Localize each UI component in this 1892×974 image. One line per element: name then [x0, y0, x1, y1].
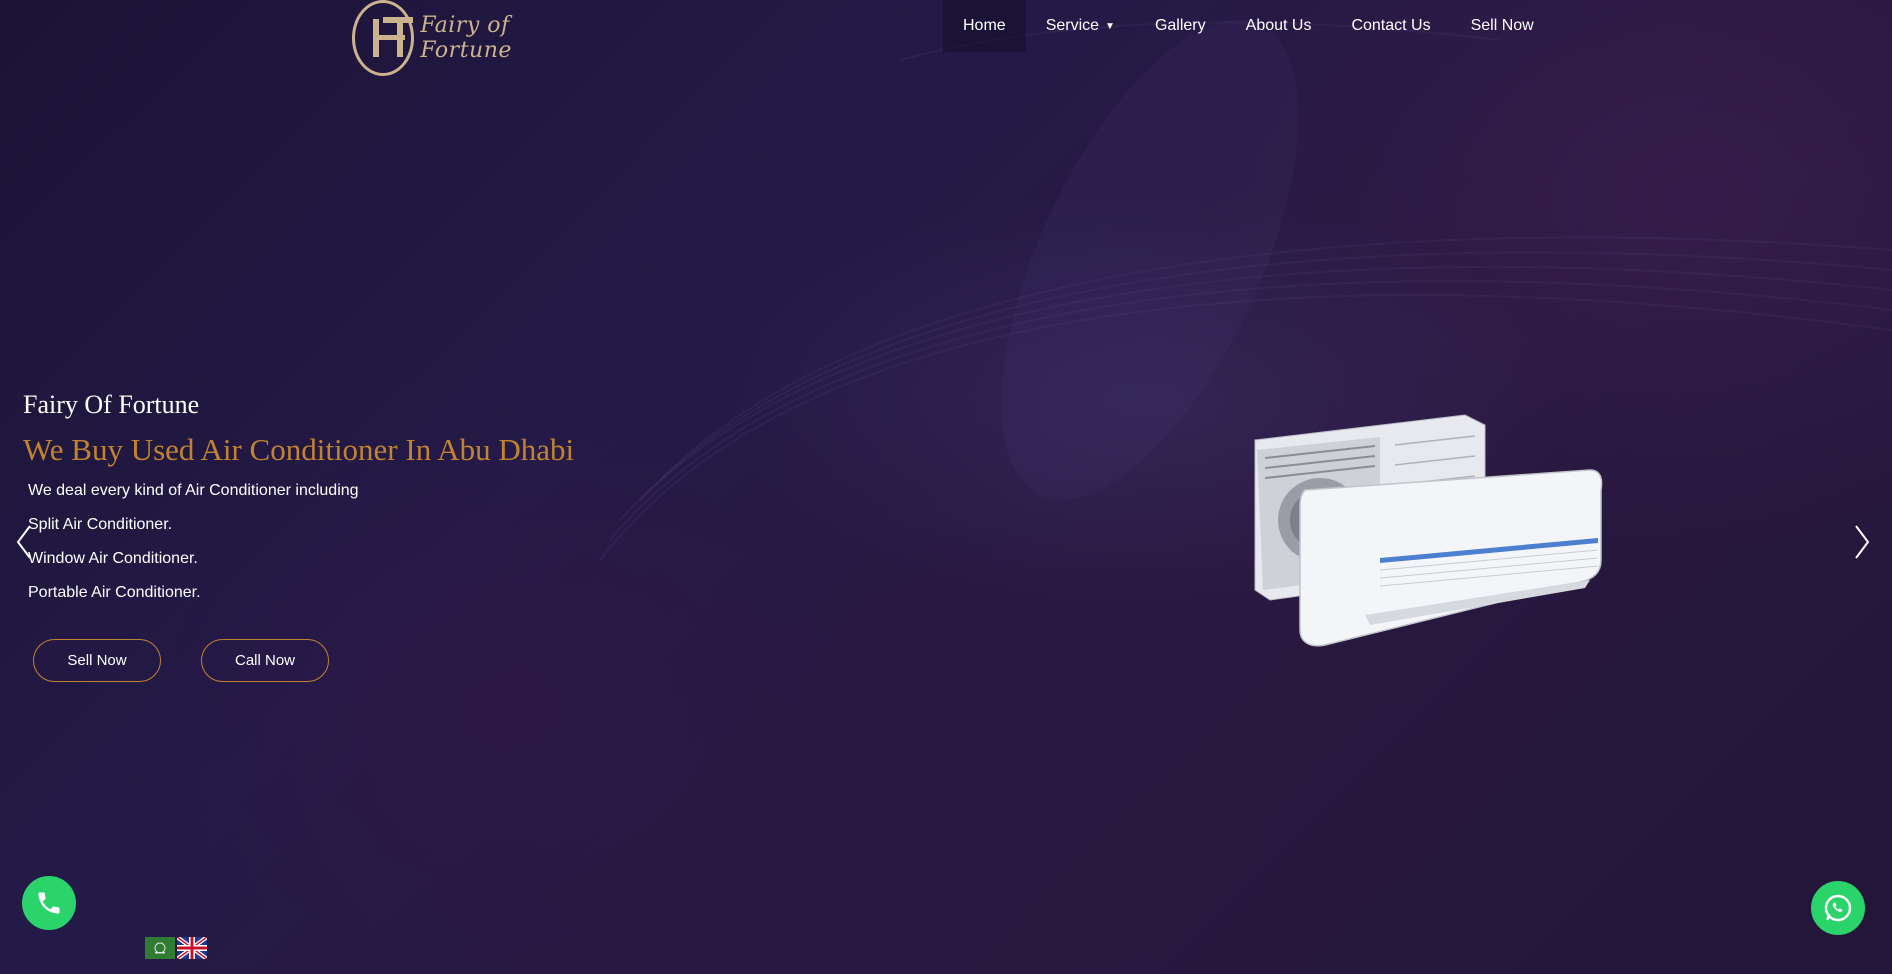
- nav-contact-us-label: Contact Us: [1351, 17, 1431, 34]
- hero-buttons: Sell Now Call Now: [33, 639, 329, 682]
- sell-now-button[interactable]: Sell Now: [33, 639, 161, 682]
- nav-service-label: Service: [1045, 17, 1100, 34]
- logo-mark: [352, 0, 415, 76]
- list-item: Portable Air Conditioner.: [28, 584, 201, 601]
- hero-headline: We Buy Used Air Conditioner In Abu Dhabi: [23, 432, 575, 467]
- phone-call-button[interactable]: [22, 876, 76, 930]
- list-item: Split Air Conditioner.: [28, 516, 173, 533]
- nav-sell-now[interactable]: Sell Now: [1451, 0, 1554, 52]
- nav-home-label: Home: [963, 17, 1006, 34]
- list-item: Window Air Conditioner.: [28, 550, 198, 567]
- chevron-left-icon[interactable]: [14, 522, 34, 562]
- call-now-button[interactable]: Call Now: [201, 639, 329, 682]
- nav-home[interactable]: Home: [943, 0, 1026, 52]
- nav-gallery-label: Gallery: [1154, 17, 1206, 34]
- whatsapp-button[interactable]: [1811, 881, 1865, 935]
- nav-contact-us[interactable]: Contact Us: [1331, 0, 1450, 52]
- hero-brand: Fairy Of Fortune: [23, 390, 200, 419]
- whatsapp-icon: [1824, 894, 1852, 922]
- arabic-flag-icon[interactable]: [145, 937, 175, 959]
- nav-gallery[interactable]: Gallery: [1135, 0, 1226, 52]
- nav-sell-now-label: Sell Now: [1470, 17, 1534, 34]
- site-logo[interactable]: Fairy of Fortune: [352, 0, 572, 76]
- nav-service[interactable]: Service ▼: [1026, 0, 1135, 52]
- english-flag-icon[interactable]: [177, 937, 207, 959]
- chevron-down-icon: ▼: [1105, 20, 1115, 32]
- language-switcher: [145, 937, 207, 959]
- hero-description: We deal every kind of Air Conditioner in…: [28, 482, 359, 499]
- hero-content: Fairy Of Fortune We Buy Used Air Conditi…: [23, 390, 574, 618]
- nav-about-us-label: About Us: [1245, 17, 1312, 34]
- phone-icon: [38, 892, 60, 914]
- nav-about-us[interactable]: About Us: [1226, 0, 1332, 52]
- logo-text: Fairy of Fortune: [420, 13, 512, 63]
- air-conditioner-image: [1254, 414, 1603, 647]
- chevron-right-icon[interactable]: [1852, 522, 1872, 562]
- hero-list: Split Air Conditioner. Window Air Condit…: [28, 516, 574, 602]
- main-nav: Home Service ▼ Gallery About Us Contact U…: [943, 0, 1554, 52]
